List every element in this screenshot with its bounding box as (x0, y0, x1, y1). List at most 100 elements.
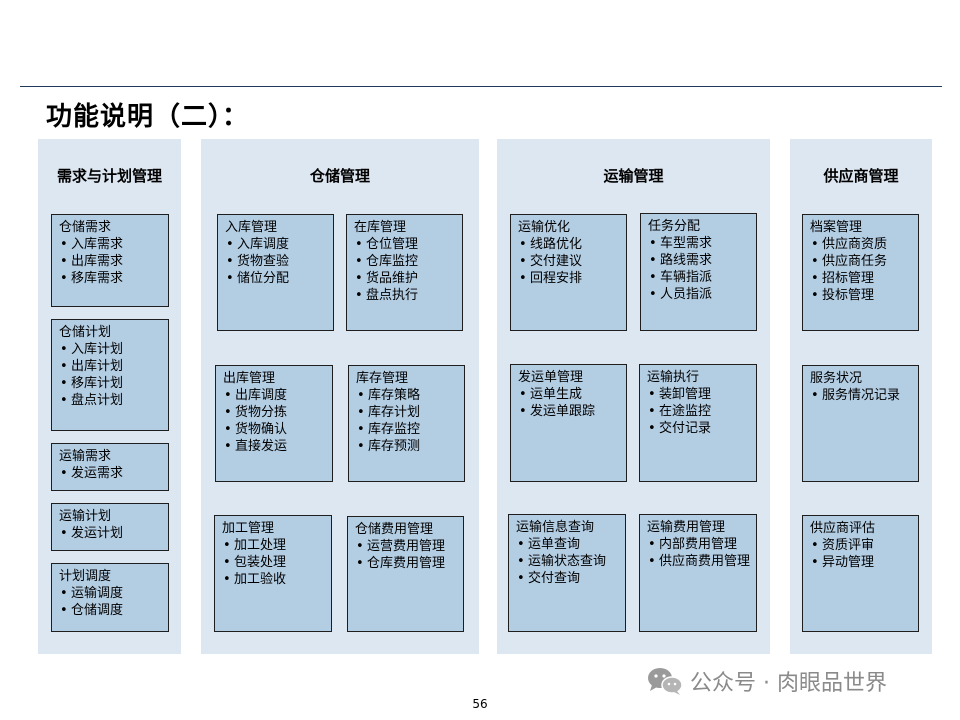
box-warehouse-cost: 仓储费用管理 运营费用管理 仓库费用管理 (347, 516, 464, 632)
box-plan-dispatch: 计划调度 运输调度 仓储调度 (51, 563, 169, 632)
list-item: 在途监控 (647, 403, 750, 420)
page-title: 功能说明（二）： (46, 102, 250, 132)
watermark: 公众号 · 肉眼品世界 (646, 666, 887, 696)
column-heading: 运输管理 (603, 167, 664, 185)
box-title: 仓储计划 (59, 325, 112, 340)
wechat-icon (648, 668, 683, 695)
list-item: 发运需求 (59, 465, 162, 482)
box-title: 计划调度 (59, 569, 112, 584)
list-item: 发运计划 (59, 525, 162, 542)
list-item: 货物确认 (223, 421, 326, 438)
list-item: 运输状态查询 (516, 553, 619, 570)
box-transport-query: 运输信息查询 运单查询 运输状态查询 交付查询 (508, 514, 626, 632)
list-item: 运输调度 (59, 585, 162, 602)
box-in-stock: 在库管理 仓位管理 仓库监控 货品维护 盘点执行 (346, 214, 463, 331)
list-item: 交付查询 (516, 570, 619, 587)
list-item: 回程安排 (518, 270, 620, 287)
list-item: 出库需求 (59, 253, 162, 270)
list-item: 库存策略 (356, 387, 458, 404)
list-item: 出库计划 (59, 358, 162, 375)
box-processing: 加工管理 加工处理 包装处理 加工验收 (214, 515, 332, 632)
box-transport-optimization: 运输优化 线路优化 交付建议 回程安排 (510, 214, 627, 331)
top-divider (20, 86, 942, 87)
list-item: 入库计划 (59, 341, 162, 358)
list-item: 移库计划 (59, 375, 162, 392)
list-item: 交付建议 (518, 253, 620, 270)
box-title: 供应商评估 (810, 521, 876, 536)
list-item: 货物查验 (225, 253, 327, 270)
box-title: 加工管理 (222, 521, 275, 536)
list-item: 交付记录 (647, 420, 750, 437)
box-inventory: 库存管理 库存策略 库存计划 库存监控 库存预测 (348, 365, 465, 482)
list-item: 异动管理 (810, 554, 912, 571)
box-warehouse-demand: 仓储需求 入库需求 出库需求 移库需求 (51, 214, 169, 307)
list-item: 供应商资质 (810, 236, 912, 253)
box-title: 入库管理 (225, 220, 278, 235)
box-title: 任务分配 (648, 219, 701, 234)
box-warehouse-plan: 仓储计划 入库计划 出库计划 移库计划 盘点计划 (51, 319, 169, 431)
list-item: 运单查询 (516, 536, 619, 553)
list-item: 加工验收 (222, 571, 325, 588)
box-title: 运输优化 (518, 220, 571, 235)
list-item: 加工处理 (222, 537, 325, 554)
list-item: 仓库监控 (354, 253, 456, 270)
column-heading: 供应商管理 (823, 167, 899, 185)
list-item: 发运单跟踪 (518, 403, 620, 420)
list-item: 线路优化 (518, 236, 620, 253)
list-item: 资质评审 (810, 537, 912, 554)
list-item: 装卸管理 (647, 386, 750, 403)
box-transport-execution: 运输执行 装卸管理 在途监控 交付记录 (639, 364, 757, 482)
list-item: 运单生成 (518, 386, 620, 403)
box-outbound: 出库管理 出库调度 货物分拣 货物确认 直接发运 (215, 365, 333, 482)
list-item: 内部费用管理 (647, 536, 750, 553)
list-item: 车型需求 (648, 235, 750, 252)
list-item: 车辆指派 (648, 269, 750, 286)
box-title: 出库管理 (223, 371, 276, 386)
list-item: 仓储调度 (59, 602, 162, 619)
list-item: 仓位管理 (354, 236, 456, 253)
column-heading: 仓储管理 (309, 167, 370, 185)
list-item: 招标管理 (810, 270, 912, 287)
box-service-status: 服务状况 服务情况记录 (802, 365, 919, 482)
box-title: 仓储费用管理 (355, 522, 434, 537)
list-item: 路线需求 (648, 252, 750, 269)
list-item: 货品维护 (354, 270, 456, 287)
list-item: 货物分拣 (223, 404, 326, 421)
box-title: 运输费用管理 (647, 520, 726, 535)
list-item: 供应商费用管理 (647, 553, 750, 570)
list-item: 供应商任务 (810, 253, 912, 270)
list-item: 人员指派 (648, 286, 750, 303)
box-title: 运输需求 (59, 449, 112, 464)
list-item: 盘点计划 (59, 392, 162, 409)
column-supplier: 供应商管理 档案管理 供应商资质 供应商任务 招标管理 投标管理 服务状况 服务… (790, 139, 932, 654)
box-transport-demand: 运输需求 发运需求 (51, 443, 169, 491)
list-item: 储位分配 (225, 270, 327, 287)
box-transport-plan: 运输计划 发运计划 (51, 503, 169, 551)
list-item: 运营费用管理 (355, 538, 457, 555)
box-title: 库存管理 (356, 371, 409, 386)
box-supplier-evaluation: 供应商评估 资质评审 异动管理 (802, 515, 919, 632)
list-item: 入库需求 (59, 236, 162, 253)
watermark-text: 公众号 · 肉眼品世界 (690, 671, 887, 696)
box-archive: 档案管理 供应商资质 供应商任务 招标管理 投标管理 (802, 214, 919, 331)
column-heading: 需求与计划管理 (56, 167, 162, 185)
column-demand-planning: 需求与计划管理 仓储需求 入库需求 出库需求 移库需求 仓储计划 入库计划 出库… (38, 139, 181, 654)
list-item: 库存预测 (356, 438, 458, 455)
column-warehouse: 仓储管理 入库管理 入库调度 货物查验 储位分配 在库管理 仓位管理 仓库监控 … (201, 139, 479, 654)
box-shipping-order: 发运单管理 运单生成 发运单跟踪 (510, 364, 627, 482)
list-item: 出库调度 (223, 387, 326, 404)
box-title: 运输执行 (647, 370, 700, 385)
list-item: 入库调度 (225, 236, 327, 253)
box-task-assignment: 任务分配 车型需求 路线需求 车辆指派 人员指派 (640, 213, 757, 331)
column-transport: 运输管理 运输优化 线路优化 交付建议 回程安排 任务分配 车型需求 路线需求 … (497, 139, 770, 654)
box-title: 在库管理 (354, 220, 407, 235)
list-item: 库存计划 (356, 404, 458, 421)
box-transport-cost: 运输费用管理 内部费用管理 供应商费用管理 (639, 514, 757, 632)
page-number: 56 (472, 697, 488, 711)
box-title: 发运单管理 (518, 370, 584, 385)
list-item: 投标管理 (810, 287, 912, 304)
box-title: 运输计划 (59, 509, 112, 524)
list-item: 库存监控 (356, 421, 458, 438)
box-title: 运输信息查询 (516, 520, 595, 535)
box-title: 服务状况 (810, 371, 863, 386)
